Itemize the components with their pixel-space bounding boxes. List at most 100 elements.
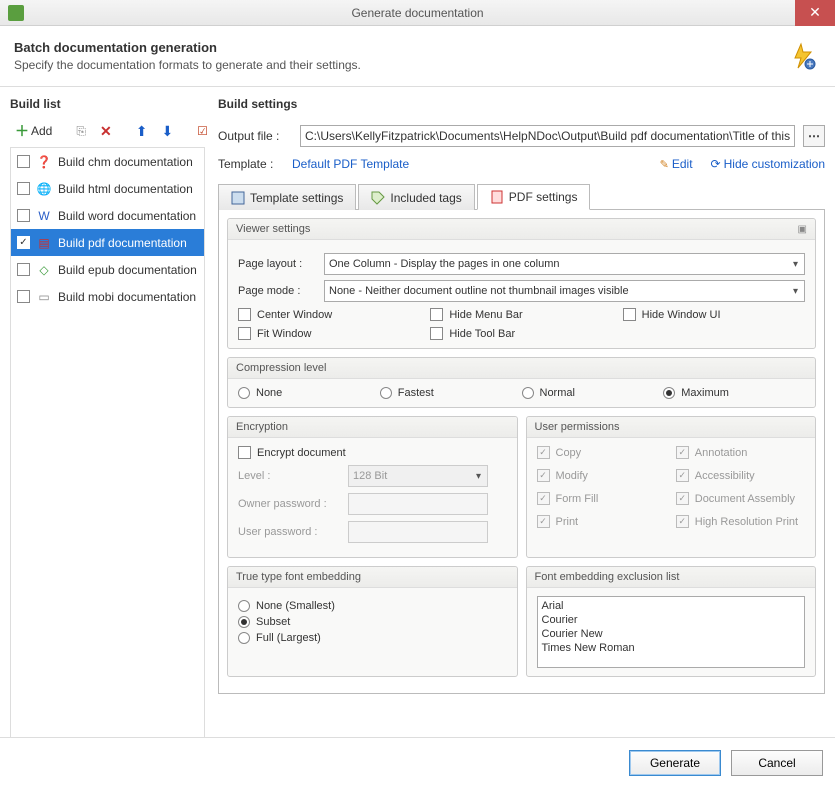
font-embed-none-radio[interactable]: None (Smallest): [238, 600, 507, 612]
settings-tabs: Template settings Included tags PDF sett…: [218, 183, 825, 210]
browse-button[interactable]: ⋯: [803, 125, 825, 147]
font-list-item[interactable]: Arial: [542, 599, 801, 613]
encryption-group: Encryption Encrypt document Level :128 B…: [227, 416, 518, 558]
build-item-icon: ▤: [36, 235, 52, 251]
build-list: ❓Build chm documentation 🌐 Build html docu…: [10, 147, 205, 747]
pdf-icon: [490, 190, 504, 204]
build-list-toolbar: ＋Add ⎘ ✕ ⬆ ⬇ ☑: [10, 117, 205, 145]
delete-button[interactable]: ✕: [95, 120, 117, 142]
build-list-item[interactable]: ◇ Build epub documentation: [11, 256, 204, 283]
add-button[interactable]: ＋Add: [10, 120, 57, 142]
build-item-checkbox[interactable]: [17, 209, 30, 222]
build-item-icon: ▭: [36, 289, 52, 305]
compression-group: Compression level None Fastest Normal Ma…: [227, 357, 816, 408]
perm-annotation-checkbox: ✓Annotation: [676, 446, 805, 459]
compression-fastest-radio[interactable]: Fastest: [380, 387, 522, 399]
fit-window-checkbox[interactable]: Fit Window: [238, 327, 420, 340]
viewer-settings-group: Viewer settings ▣ Page layout : One Colum…: [227, 218, 816, 349]
build-list-item[interactable]: ▭ Build mobi documentation: [11, 283, 204, 310]
collapse-icon[interactable]: ▣: [798, 224, 807, 235]
cancel-button[interactable]: Cancel: [731, 750, 823, 776]
footer: Generate Cancel: [0, 737, 835, 787]
perm-docassembly-checkbox: ✓Document Assembly: [676, 492, 805, 505]
build-item-checkbox[interactable]: [17, 290, 30, 303]
hide-menu-bar-checkbox[interactable]: Hide Menu Bar: [430, 308, 612, 321]
build-item-checkbox[interactable]: ✓: [17, 236, 30, 249]
build-item-icon: 🌐: [36, 181, 52, 197]
duplicate-icon: ⎘: [76, 124, 86, 139]
output-file-label: Output file :: [218, 129, 292, 143]
tab-pdf-settings[interactable]: PDF settings: [477, 184, 591, 210]
page-mode-select[interactable]: None - Neither document outline not thum…: [324, 280, 805, 302]
viewer-settings-title: Viewer settings: [236, 223, 310, 235]
build-item-icon: W: [36, 208, 52, 224]
perm-copy-checkbox: ✓Copy: [537, 446, 666, 459]
header-title: Batch documentation generation: [14, 40, 789, 55]
build-list-title: Build list: [10, 87, 205, 117]
build-list-item[interactable]: ❓Build chm documentation: [11, 148, 204, 175]
font-embed-full-radio[interactable]: Full (Largest): [238, 632, 507, 644]
build-item-label: Build html documentation: [58, 182, 193, 196]
owner-password-input: [348, 493, 488, 515]
perm-accessibility-checkbox: ✓Accessibility: [676, 469, 805, 482]
font-exclusion-group: Font embedding exclusion list ArialCouri…: [526, 566, 817, 677]
hide-tool-bar-checkbox[interactable]: Hide Tool Bar: [430, 327, 612, 340]
font-list-item[interactable]: Courier: [542, 613, 801, 627]
move-up-button[interactable]: ⬆: [131, 120, 153, 142]
build-item-label: Build epub documentation: [58, 263, 197, 277]
font-embed-group: True type font embedding None (Smallest)…: [227, 566, 518, 677]
perm-formfill-checkbox: ✓Form Fill: [537, 492, 666, 505]
page-mode-label: Page mode :: [238, 285, 324, 297]
center-window-checkbox[interactable]: Center Window: [238, 308, 420, 321]
build-item-icon: ◇: [36, 262, 52, 278]
hide-window-ui-checkbox[interactable]: Hide Window UI: [623, 308, 805, 321]
generate-button[interactable]: Generate: [629, 750, 721, 776]
font-embed-title: True type font embedding: [236, 571, 361, 583]
pencil-icon: ✎: [660, 159, 669, 171]
font-exclusion-list[interactable]: ArialCourierCourier NewTimes New Roman: [537, 596, 806, 668]
perm-modify-checkbox: ✓Modify: [537, 469, 666, 482]
tab-included-tags[interactable]: Included tags: [358, 184, 474, 210]
edit-link[interactable]: ✎Edit: [660, 157, 693, 171]
delete-icon: ✕: [100, 124, 112, 138]
titlebar: Generate documentation ✕: [0, 0, 835, 26]
build-list-item[interactable]: W Build word documentation: [11, 202, 204, 229]
build-list-item[interactable]: 🌐 Build html documentation: [11, 175, 204, 202]
tags-icon: [371, 191, 385, 205]
font-list-item[interactable]: Times New Roman: [542, 641, 801, 655]
build-item-label: Build word documentation: [58, 209, 196, 223]
font-list-item[interactable]: Courier New: [542, 627, 801, 641]
header-subtitle: Specify the documentation formats to gen…: [14, 58, 789, 72]
font-exclusion-title: Font embedding exclusion list: [535, 571, 680, 583]
build-item-label: Build mobi documentation: [58, 290, 196, 304]
move-down-button[interactable]: ⬇: [156, 120, 178, 142]
perm-highres-checkbox: ✓High Resolution Print: [676, 515, 805, 528]
user-password-label: User password :: [238, 526, 342, 538]
permissions-title: User permissions: [535, 421, 620, 433]
template-link[interactable]: Default PDF Template: [292, 157, 409, 171]
lightning-icon: [789, 42, 817, 70]
build-item-checkbox[interactable]: [17, 263, 30, 276]
font-embed-subset-radio[interactable]: Subset: [238, 616, 507, 628]
page-layout-label: Page layout :: [238, 258, 324, 270]
encryption-level-select: 128 Bit: [348, 465, 488, 487]
build-item-label: Build pdf documentation: [58, 236, 187, 250]
build-item-checkbox[interactable]: [17, 182, 30, 195]
encrypt-document-checkbox[interactable]: Encrypt document: [238, 446, 507, 459]
tab-template-settings[interactable]: Template settings: [218, 184, 356, 210]
owner-password-label: Owner password :: [238, 498, 342, 510]
compression-none-radio[interactable]: None: [238, 387, 380, 399]
duplicate-button[interactable]: ⎘: [71, 120, 91, 142]
output-file-input[interactable]: [300, 125, 795, 147]
plus-icon: ＋: [15, 124, 29, 138]
build-item-checkbox[interactable]: [17, 155, 30, 168]
page-layout-select[interactable]: One Column - Display the pages in one co…: [324, 253, 805, 275]
build-item-label: Build chm documentation: [58, 155, 193, 169]
window-title: Generate documentation: [0, 6, 835, 20]
level-label: Level :: [238, 470, 342, 482]
refresh-icon: ⟳: [711, 157, 721, 171]
compression-maximum-radio[interactable]: Maximum: [663, 387, 805, 399]
build-list-item[interactable]: ✓ ▤ Build pdf documentation: [11, 229, 204, 256]
hide-customization-link[interactable]: ⟳Hide customization: [711, 157, 825, 171]
compression-normal-radio[interactable]: Normal: [522, 387, 664, 399]
